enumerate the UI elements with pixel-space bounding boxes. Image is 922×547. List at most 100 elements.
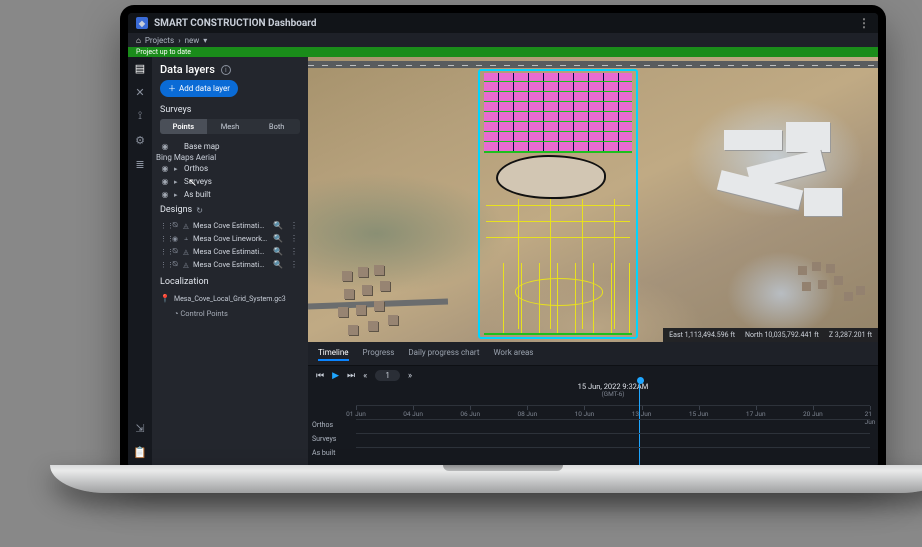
visibility-off-icon[interactable]: ⦰ [171,221,179,230]
zoom-icon[interactable]: 🔍 [271,260,285,269]
chevron-right-icon[interactable]: ▸ [174,191,180,199]
surveys-section-title: Surveys [152,105,308,119]
frame-counter: 1 [375,370,400,381]
rewind-icon[interactable]: « [363,371,367,381]
tab-progress[interactable]: Progress [363,346,395,361]
design-label: Mesa Cove Estimating 051... [193,260,268,269]
design-row[interactable]: ⋮⋮ ⦰ ◬ Mesa Cove Estimating 051... 🔍 ⋮ [156,245,304,258]
survey-item-label: As built [184,190,300,199]
design-label: Mesa Cove Estimating 051... [193,247,268,256]
rail-list-icon[interactable]: ≣ [133,157,147,171]
subdivision-west [338,265,438,342]
breadcrumb-root[interactable]: Projects [145,36,174,45]
seg-mesh[interactable]: Mesh [207,119,254,134]
control-points-row[interactable]: ◔ Control Points [152,306,308,321]
timeline-tick-label: 10 Jun [575,410,595,418]
eye-icon[interactable]: ◉ [160,142,170,151]
road-centerline [484,151,632,153]
app-header: ◆ SMART CONSTRUCTION Dashboard ⋮ [128,13,878,33]
linework-icon: ⫠ [182,234,190,243]
timeline-row-surveys[interactable]: Surveys [356,433,870,447]
survey-item-label: Surveys [184,177,300,186]
tab-daily-progress[interactable]: Daily progress chart [408,346,479,361]
east-label: East [669,331,683,339]
zoom-icon[interactable]: 🔍 [271,247,285,256]
survey-mode-segmented: Points Mesh Both [160,119,300,134]
design-row[interactable]: ⋮⋮ ⦰ ◬ Mesa Cove Estimating 051... 🔍 ⋮ [156,258,304,271]
survey-item-surveys[interactable]: ◉ ▸ Surveys ↖ [156,175,304,188]
rail-layers-icon[interactable]: ▤ [133,61,147,75]
zoom-icon[interactable]: 🔍 [271,234,285,243]
eye-icon[interactable]: ◉ [171,235,179,243]
header-menu-icon[interactable]: ⋮ [858,16,870,30]
design-row[interactable]: ⋮⋮ ⦰ ◬ Mesa Cove Estimating 051... 🔍 ⋮ [156,219,304,232]
chevron-right-icon[interactable]: ▸ [174,165,180,173]
skip-end-icon[interactable]: ⏭ [347,371,355,381]
visibility-off-icon[interactable]: ⦰ [171,260,179,269]
eye-icon[interactable]: ◉ [160,164,170,173]
timeline-tick-label: 20 Jun [803,410,823,418]
survey-item-label: Orthos [184,164,300,173]
row-menu-icon[interactable]: ⋮ [288,221,300,230]
designs-tree: ⋮⋮ ⦰ ◬ Mesa Cove Estimating 051... 🔍 ⋮ ⋮… [152,219,308,271]
eye-icon[interactable]: ◉ [160,177,170,186]
timeline[interactable]: 15 Jun, 2022 9:32AM (GMT-6) 01 Jun04 Jun… [308,385,878,467]
zoom-icon[interactable]: 🔍 [271,221,285,230]
drag-icon[interactable]: ⋮⋮ [160,222,168,230]
survey-item-asbuilt[interactable]: ◉ ▸ As built [156,188,304,201]
rail-clipboard-icon[interactable]: 📋 [133,445,147,459]
home-icon[interactable]: ⌂ [136,36,141,45]
info-icon[interactable]: i [221,65,231,75]
surface-icon: ◬ [182,261,190,269]
laptop-frame: ◆ SMART CONSTRUCTION Dashboard ⋮ ⌂ Proje… [120,5,886,505]
visibility-off-icon[interactable]: ⦰ [171,247,179,256]
forward-icon[interactable]: » [408,371,412,381]
localization-file-row[interactable]: 📍 Mesa_Cove_Local_Grid_System.gc3 [152,291,308,306]
drag-icon[interactable]: ⋮⋮ [160,261,168,269]
rail-export-icon[interactable]: ⇲ [133,421,147,435]
eye-icon[interactable]: ◉ [160,190,170,199]
row-menu-icon[interactable]: ⋮ [288,247,300,256]
bottom-tabs: Timeline Progress Daily progress chart W… [308,342,878,366]
seg-both[interactable]: Both [253,119,300,134]
subdivision-east [796,262,872,312]
breadcrumb-chevron-icon[interactable]: ▾ [203,36,207,45]
drag-icon[interactable]: ⋮⋮ [160,235,168,243]
control-points-label: Control Points [180,309,227,318]
survey-item-label: Base map [184,142,300,151]
drag-icon[interactable]: ⋮⋮ [160,248,168,256]
skip-start-icon[interactable]: ⏮ [316,371,324,381]
basemap-source: Bing Maps Aerial [156,153,304,162]
timeline-rows: Orthos Surveys As built [356,419,870,461]
breadcrumb: ⌂ Projects › new ▾ [128,33,878,47]
rail-section-icon[interactable]: ⟟ [133,109,147,123]
road-centerline [484,333,632,335]
survey-item-orthos[interactable]: ◉ ▸ Orthos [156,162,304,175]
history-icon[interactable]: ↻ [196,206,203,215]
row-menu-icon[interactable]: ⋮ [288,260,300,269]
surface-icon: ◬ [182,248,190,256]
survey-item-basemap[interactable]: ◉ Base map [156,140,304,153]
design-row[interactable]: ⋮⋮ ◉ ⫠ Mesa Cove Linework.dxf 🔍 ⋮ [156,232,304,245]
timeline-axis[interactable]: 01 Jun04 Jun06 Jun08 Jun10 Jun13 Jun15 J… [356,405,870,419]
breadcrumb-current[interactable]: new [185,36,200,45]
timeline-row-asbuilt[interactable]: As built [356,447,870,461]
tab-work-areas[interactable]: Work areas [493,346,533,361]
timeline-row-orthos[interactable]: Orthos [356,419,870,433]
seg-points[interactable]: Points [160,119,207,134]
breadcrumb-sep: › [178,36,180,45]
add-data-layer-button[interactable]: ＋ Add data layer [160,80,238,97]
play-icon[interactable]: ▶ [332,371,339,381]
surveys-tree: ◉ Base map Bing Maps Aerial ◉ ▸ Orthos ◉… [152,140,308,201]
map-viewport[interactable]: East 1,113,494.596 ft North 10,035,792.4… [308,57,878,342]
app-title: SMART CONSTRUCTION Dashboard [154,18,316,29]
design-label: Mesa Cove Estimating 051... [193,221,268,230]
rail-measure-icon[interactable]: ✕ [133,85,147,99]
chevron-right-icon[interactable]: ▸ [174,178,180,186]
timeline-row-label: As built [312,449,335,457]
rail-settings-icon[interactable]: ⚙ [133,133,147,147]
tab-timeline[interactable]: Timeline [318,346,349,361]
row-menu-icon[interactable]: ⋮ [288,234,300,243]
project-overlay [478,69,638,339]
localization-section-title: Localization [152,277,308,291]
